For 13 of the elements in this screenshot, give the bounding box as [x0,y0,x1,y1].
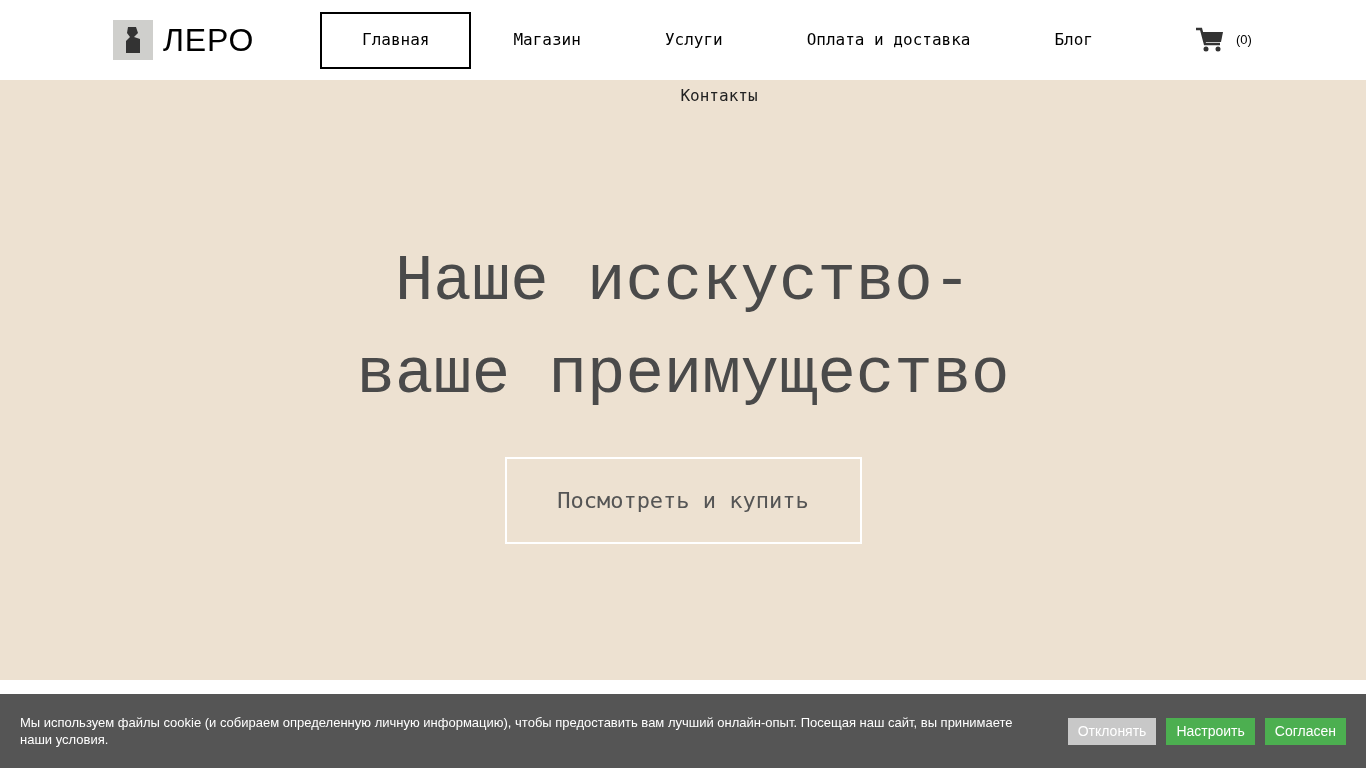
nav-link[interactable]: Главная [320,11,472,69]
cart-count: (0) [1236,31,1252,50]
nav-link[interactable]: Магазин [471,11,623,69]
nav-link[interactable]: Блог [1012,11,1135,69]
nav-link[interactable]: Контакты [668,82,770,110]
nav-link[interactable]: Услуги [622,11,765,69]
logo-image[interactable] [113,20,153,60]
nav-link[interactable]: Оплата и доставка [764,11,1013,69]
logo-text: ЛЕРО [163,21,255,60]
cart-icon[interactable] [1196,27,1224,53]
shop-button[interactable]: Посмотреть и купить [504,457,862,544]
hero-title: Наше исскуство- ваше преимущество [356,245,1010,413]
cookie-notice: Мы используем файлы cookie (и собираем определенную личную информацию), чтобы предоставить вам лучший онлайн-опыт. Посещая наш сайт, вы принимаете наши условия. [20,714,1014,748]
